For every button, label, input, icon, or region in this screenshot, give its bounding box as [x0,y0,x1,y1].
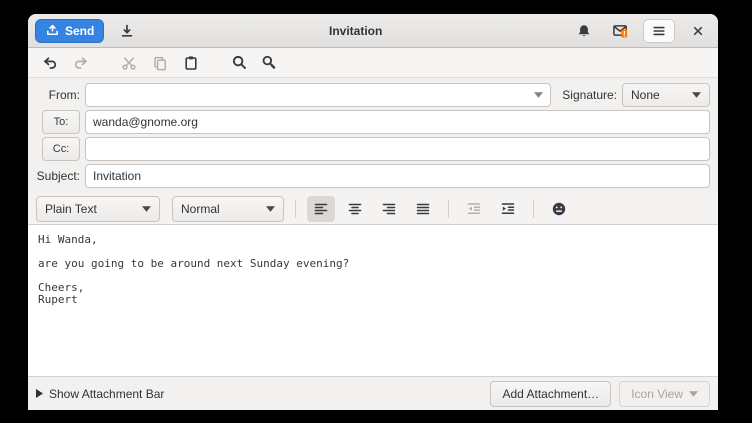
add-attachment-label: Add Attachment… [502,386,600,401]
show-attachment-bar-expander[interactable]: Show Attachment Bar [36,387,164,401]
icon-view-dropdown[interactable]: Icon View [619,380,710,407]
close-window-button[interactable] [685,19,711,43]
chevron-down-icon [689,390,698,397]
attachment-footer: Show Attachment Bar Add Attachment… Icon… [28,376,718,410]
to-input[interactable] [85,110,710,134]
menu-button[interactable] [643,18,675,43]
send-icon [45,23,60,38]
add-attachment-button[interactable]: Add Attachment… [490,380,612,407]
cut-button[interactable] [117,51,141,75]
from-input[interactable] [85,83,552,107]
from-combobox[interactable] [85,83,552,107]
message-body-editor[interactable]: Hi Wanda, are you going to be around nex… [28,225,718,376]
copy-button[interactable] [148,51,172,75]
editing-mode-value: Plain Text [45,201,97,216]
paragraph-style-dropdown[interactable]: Normal [172,195,284,222]
paste-button[interactable] [179,51,203,75]
subject-row: Subject: [36,164,710,188]
align-right-button[interactable] [375,196,403,222]
cc-button-label: Cc: [52,143,70,155]
copy-icon [152,55,168,71]
separator [533,199,534,218]
subject-input[interactable] [85,164,710,188]
header-left-group: Send [35,18,140,43]
to-row: To: [36,110,710,134]
align-right-icon [381,201,397,217]
search-button[interactable] [227,51,251,75]
find-replace-button[interactable] [258,51,282,75]
mail-alert-icon [612,22,629,39]
align-center-icon [347,201,363,217]
signature-value: None [631,88,660,102]
show-attachment-bar-label: Show Attachment Bar [49,386,165,401]
chevron-down-icon [692,92,701,98]
envelope-fields: From: Signature: None To: wanda@gnome.or… [28,78,718,193]
message-body-text: Hi Wanda, are you going to be around nex… [38,233,350,306]
save-to-outbox-button[interactable] [114,19,140,43]
send-button[interactable]: Send [35,18,105,43]
align-left-icon [313,201,329,217]
icon-view-label: Icon View [631,386,683,401]
to-button[interactable]: To: [42,110,80,134]
redo-button[interactable] [69,51,93,75]
format-toolbar: Plain Text Normal [28,193,718,225]
close-icon [691,24,705,38]
hamburger-menu-icon [651,23,667,39]
separator [448,199,449,218]
align-justify-button[interactable] [409,196,437,222]
outdent-button[interactable] [460,196,488,222]
from-row: From: Signature: None [36,83,710,107]
editing-mode-dropdown[interactable]: Plain Text [36,195,160,222]
cc-button[interactable]: Cc: [42,137,80,161]
find-replace-icon [261,54,279,71]
align-center-button[interactable] [341,196,369,222]
cc-input[interactable] [85,137,710,161]
paste-icon [183,55,199,71]
undo-icon [42,55,58,71]
header-bar: Send Invitation [28,14,718,48]
chevron-down-icon [142,205,151,212]
outdent-icon [466,201,482,217]
emoji-icon [551,201,567,217]
undo-button[interactable] [38,51,62,75]
notifications-button[interactable] [571,19,597,43]
edit-toolbar [28,48,718,78]
to-button-label: To: [53,116,69,128]
send-button-label: Send [65,23,95,38]
separator [295,199,296,218]
combo-arrow-icon [534,92,544,98]
align-justify-icon [415,201,431,217]
cut-icon [121,55,137,71]
cc-row: Cc: [36,137,710,161]
header-right-group [571,18,711,43]
expander-arrow-icon [36,389,43,398]
redo-icon [73,55,89,71]
search-icon [231,54,248,71]
signature-dropdown[interactable]: None [622,83,710,107]
chevron-down-icon [266,205,275,212]
indent-button[interactable] [494,196,522,222]
bell-icon [576,23,592,39]
composer-window: Send Invitation From: Signature: None To… [28,14,718,410]
indent-icon [500,201,516,217]
window-title: Invitation [329,23,383,38]
insert-emoji-button[interactable] [545,196,573,222]
subject-label: Subject: [36,169,80,183]
align-left-button[interactable] [307,195,335,222]
from-label: From: [48,88,80,102]
save-draft-icon [119,23,135,39]
signature-label: Signature: [562,88,617,102]
mail-notification-button[interactable] [607,19,633,43]
paragraph-style-value: Normal [181,201,220,216]
